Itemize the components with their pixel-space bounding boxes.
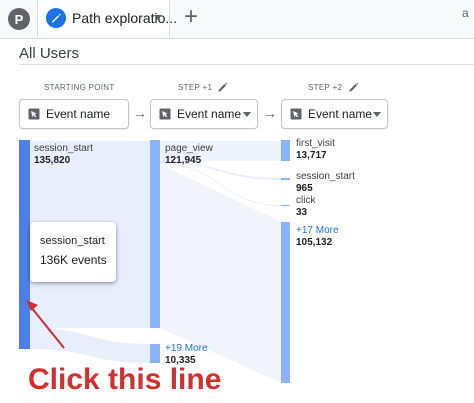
node-value: 13,717 xyxy=(296,150,327,161)
node-value: 965 xyxy=(296,183,313,194)
node-bar-first-visit[interactable] xyxy=(281,140,290,161)
node-value: 33 xyxy=(296,207,308,218)
node-value: 105,132 xyxy=(296,237,333,248)
path-sankey xyxy=(19,140,290,383)
node-bar-session-start[interactable] xyxy=(19,140,30,349)
more-link[interactable]: +19 More xyxy=(165,343,208,354)
node-bar-step2-more[interactable] xyxy=(281,222,290,383)
node-label: session_start xyxy=(296,171,355,182)
more-link[interactable]: +17 More xyxy=(296,225,339,236)
node-value: 121,945 xyxy=(165,155,202,166)
node-label: page_view xyxy=(165,143,213,154)
node-bar-step1-more[interactable] xyxy=(150,344,160,363)
tooltip-event-count: 136K events xyxy=(40,253,107,267)
node-label: click xyxy=(296,195,316,206)
node-bar-click[interactable] xyxy=(281,205,290,206)
node-label: first_visit xyxy=(296,138,335,149)
node-tooltip: session_start 136K events xyxy=(30,222,116,282)
node-label: session_start xyxy=(34,143,93,154)
annotation-text: Click this line xyxy=(28,363,222,396)
tooltip-event-name: session_start xyxy=(40,235,105,247)
flow-start-to-more[interactable] xyxy=(30,328,150,363)
node-bar-page-view[interactable] xyxy=(150,140,160,328)
node-value: 135,820 xyxy=(34,155,71,166)
node-bar-session-start-step2[interactable] xyxy=(281,178,290,180)
